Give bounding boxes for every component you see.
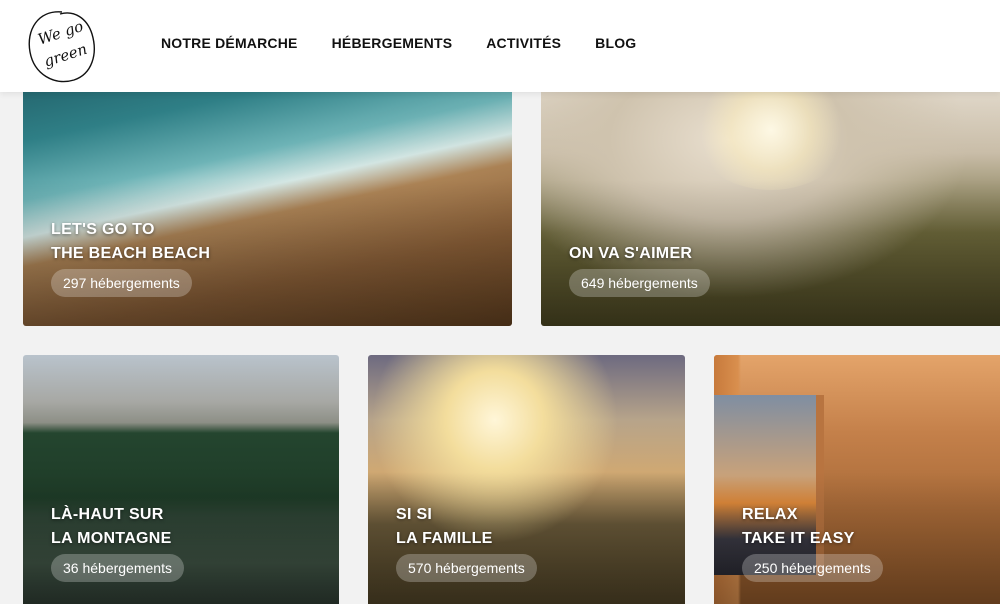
category-card-mountain[interactable]: LÀ-HAUT SUR LA MONTAGNE 36 hébergements — [23, 355, 339, 604]
category-card-relax[interactable]: RELAX TAKE IT EASY 250 hébergements — [714, 355, 1000, 604]
accommodation-count-badge: 297 hébergements — [51, 269, 192, 297]
card-title: LÀ-HAUT SUR LA MONTAGNE — [51, 506, 172, 547]
main-nav: NOTRE DÉMARCHE HÉBERGEMENTS ACTIVITÉS BL… — [161, 35, 670, 51]
nav-item-hebergements[interactable]: HÉBERGEMENTS — [332, 35, 453, 51]
accommodation-count-badge: 36 hébergements — [51, 554, 184, 582]
we-go-green-logo-icon: We go green — [28, 11, 95, 83]
card-title: ON VA S'AIMER — [569, 245, 693, 262]
nav-item-blog[interactable]: BLOG — [595, 35, 636, 51]
accommodation-count-badge: 250 hébergements — [742, 554, 883, 582]
accommodation-count-badge: 570 hébergements — [396, 554, 537, 582]
card-title: SI SI LA FAMILLE — [396, 506, 493, 547]
category-card-couple[interactable]: ON VA S'AIMER 649 hébergements — [541, 60, 1000, 326]
card-title: LET'S GO TO THE BEACH BEACH — [51, 221, 211, 262]
nav-item-activites[interactable]: ACTIVITÉS — [486, 35, 561, 51]
logo[interactable]: We go green — [24, 6, 98, 88]
category-card-family[interactable]: SI SI LA FAMILLE 570 hébergements — [368, 355, 685, 604]
category-card-beach[interactable]: LET'S GO TO THE BEACH BEACH 297 hébergem… — [23, 60, 512, 326]
accommodation-count-badge: 649 hébergements — [569, 269, 710, 297]
card-title: RELAX TAKE IT EASY — [742, 506, 855, 547]
site-header: We go green NOTRE DÉMARCHE HÉBERGEMENTS … — [0, 0, 1000, 92]
nav-item-notre-demarche[interactable]: NOTRE DÉMARCHE — [161, 35, 298, 51]
